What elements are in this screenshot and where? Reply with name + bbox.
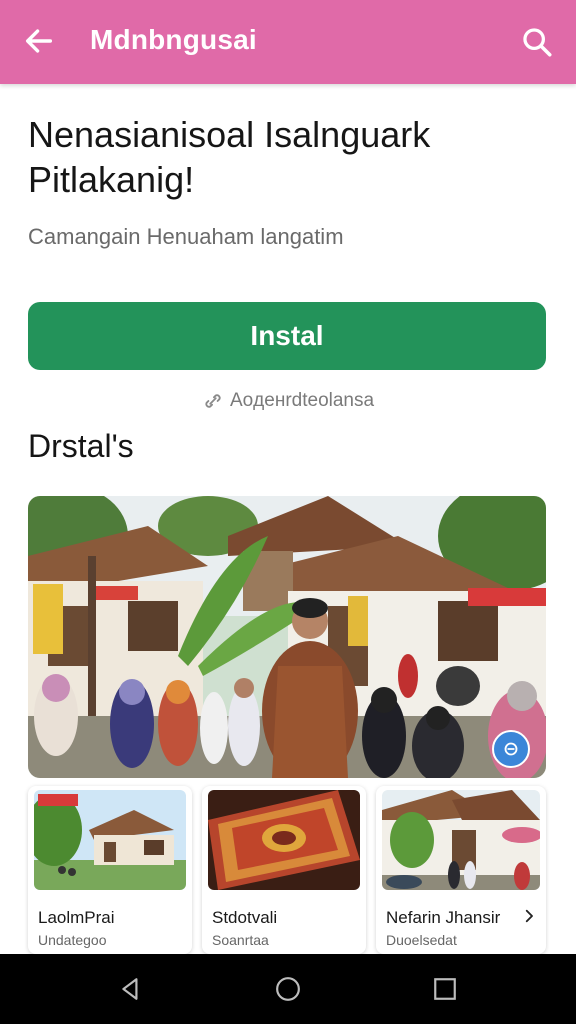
card-item[interactable]: Stdotvali Soanrtaa [202, 786, 366, 954]
card-thumbnail [208, 790, 360, 890]
card-subtitle: Undategoo [38, 932, 107, 948]
hero-image[interactable] [28, 496, 546, 778]
app-title: Mdnbngusai [90, 24, 257, 55]
search-icon[interactable] [520, 25, 554, 59]
link-icon [205, 394, 221, 408]
card-thumbnail [34, 790, 186, 890]
chevron-right-icon[interactable] [520, 906, 538, 926]
notice-row[interactable]: Aoденrdteolansa [0, 390, 576, 412]
notice-text: Aoденrdteolansa [229, 390, 375, 411]
share-fab[interactable] [492, 730, 530, 768]
section-title: Drstal's [28, 428, 134, 464]
page-subtitle: Camangain Henuaham langatim [28, 224, 344, 249]
nav-home-icon[interactable] [275, 976, 301, 1002]
card-thumbnail [382, 790, 540, 890]
card-item[interactable]: Nefarin Jhansir Duoelsedat [376, 786, 546, 954]
system-nav-bar [0, 954, 576, 1024]
page-title: Nenasianisoal Isalnguark Pitlakanig! [28, 114, 431, 200]
card-subtitle: Soanrtaa [212, 932, 269, 948]
card-row: LaolmPrai Undategoo Stdotvali Soanrtaa N… [28, 786, 546, 954]
card-title: LaolmPrai [38, 908, 115, 927]
share-icon [504, 742, 518, 756]
card-title: Stdotvali [212, 908, 278, 927]
arrow-left-icon[interactable] [22, 24, 56, 58]
install-button[interactable]: Instal [28, 302, 546, 370]
nav-recents-icon[interactable] [432, 976, 458, 1002]
nav-back-icon[interactable] [118, 976, 144, 1002]
card-item[interactable]: LaolmPrai Undategoo [28, 786, 192, 954]
app-bar: Mdnbngusai [0, 0, 576, 84]
card-title: Nefarin Jhansir [386, 908, 501, 927]
card-subtitle: Duoelsedat [386, 932, 457, 948]
